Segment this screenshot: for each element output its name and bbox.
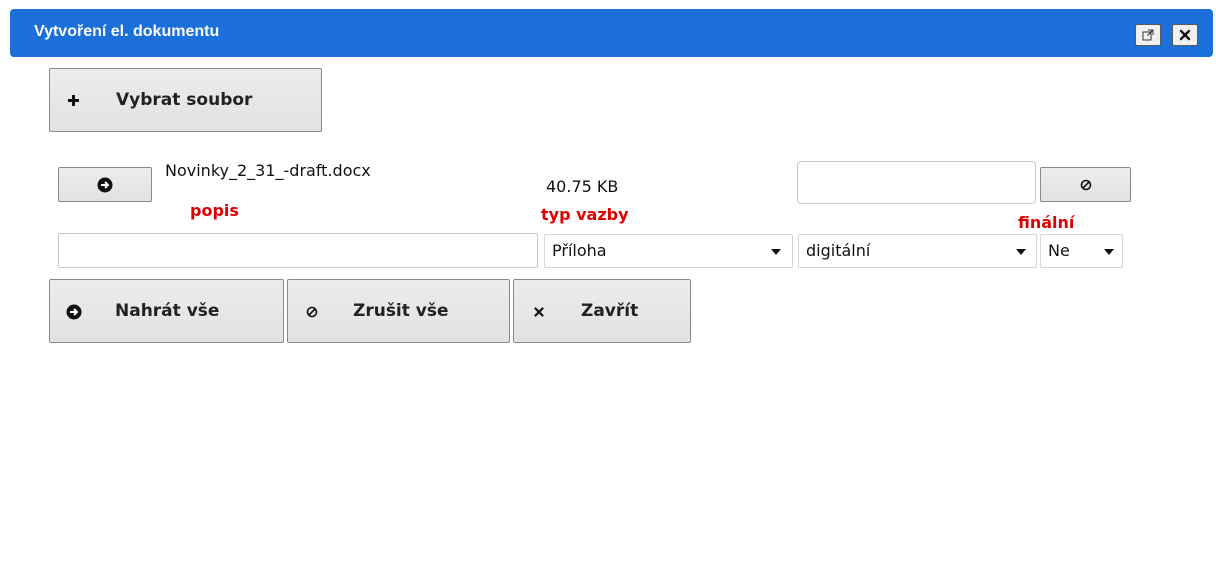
upload-all-button[interactable]: Nahrát vše — [49, 279, 284, 343]
select-file-label: Vybrat soubor — [116, 90, 253, 110]
create-document-dialog: Vytvoření el. dokumentu Vybrat soubor No… — [0, 0, 1216, 574]
dialog-titlebar: Vytvoření el. dokumentu — [10, 9, 1213, 57]
forma-value: digitální — [806, 241, 871, 260]
typ-vazby-value: Příloha — [552, 241, 607, 260]
chevron-down-icon — [771, 249, 781, 255]
close-button[interactable]: Zavřít — [513, 279, 691, 343]
label-finalni: finální — [1018, 213, 1075, 232]
arrow-circle-right-icon — [66, 304, 82, 320]
cancel-file-button[interactable] — [1040, 167, 1131, 202]
label-popis: popis — [190, 201, 239, 220]
upload-file-button[interactable] — [58, 167, 152, 202]
popout-icon — [1142, 29, 1154, 41]
finalni-value: Ne — [1048, 241, 1070, 260]
popis-input[interactable] — [58, 233, 538, 268]
close-dialog-button[interactable] — [1172, 24, 1198, 46]
popout-button[interactable] — [1135, 24, 1161, 46]
chevron-down-icon — [1104, 249, 1114, 255]
upload-all-label: Nahrát vše — [115, 301, 220, 321]
chevron-down-icon — [1016, 249, 1026, 255]
extra-input[interactable] — [797, 161, 1036, 204]
cancel-icon — [1080, 179, 1092, 191]
label-typ-vazby: typ vazby — [541, 205, 629, 224]
close-icon — [534, 307, 544, 317]
close-label: Zavřít — [581, 301, 639, 321]
forma-select[interactable]: digitální — [798, 234, 1037, 268]
plus-icon — [68, 95, 79, 106]
select-file-button[interactable]: Vybrat soubor — [49, 68, 322, 132]
dialog-title: Vytvoření el. dokumentu — [34, 23, 220, 40]
file-size: 40.75 KB — [546, 177, 619, 196]
close-icon — [1179, 29, 1191, 41]
arrow-circle-right-icon — [97, 177, 113, 193]
cancel-all-label: Zrušit vše — [353, 301, 449, 321]
cancel-all-button[interactable]: Zrušit vše — [287, 279, 510, 343]
cancel-icon — [306, 306, 318, 318]
finalni-select[interactable]: Ne — [1040, 234, 1123, 268]
file-name: Novinky_2_31_-draft.docx — [165, 161, 371, 180]
typ-vazby-select[interactable]: Příloha — [544, 234, 793, 268]
